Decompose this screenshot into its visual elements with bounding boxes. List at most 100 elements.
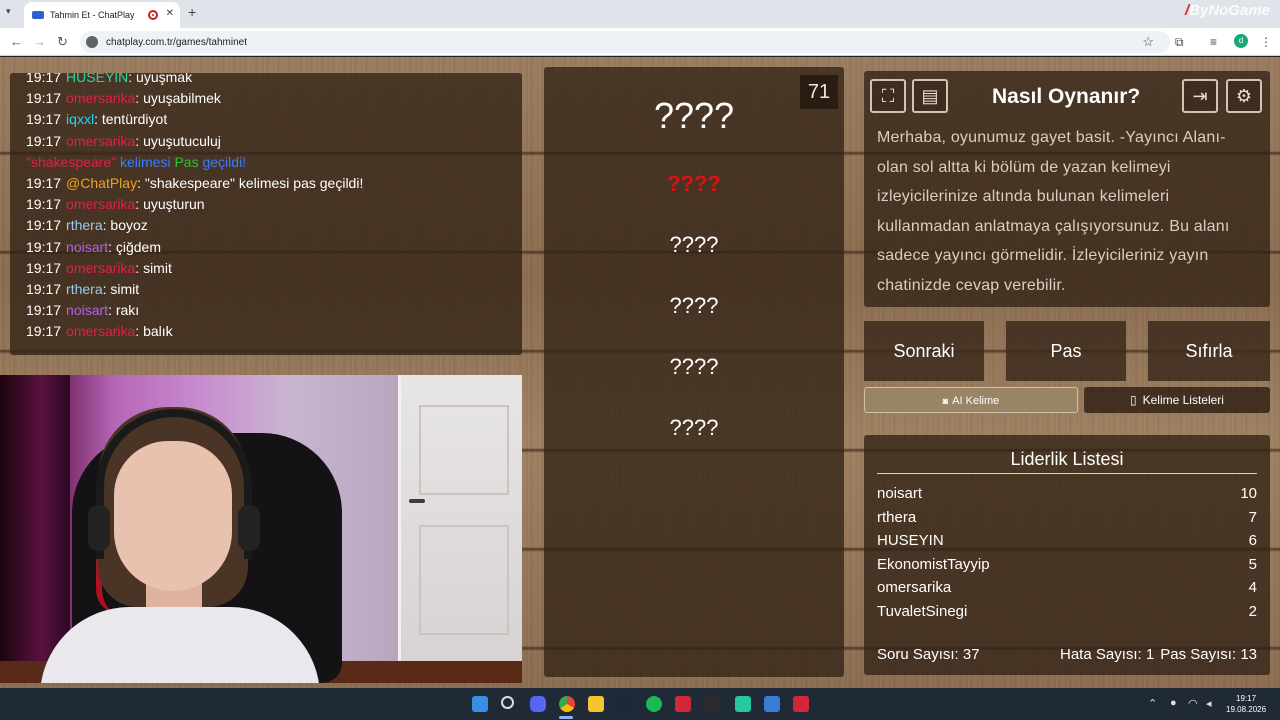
media-icon[interactable]: ≡ [1210, 35, 1217, 49]
how-to-play-panel: ⛶ ▤ Nasıl Oynanır? ⇥ ⚙ Merhaba, oyunumuz… [864, 71, 1270, 307]
notes-icon[interactable]: ▤ [912, 79, 948, 113]
chat-timestamp: 19:17 [26, 196, 62, 213]
browser-toolbar: ← → ↻ chatplay.com.tr/games/tahminet ☆ ⧉… [0, 28, 1280, 56]
leaderboard-title: Liderlik Listesi [1010, 449, 1124, 469]
word-lists-label: Kelime Listeleri [1142, 393, 1224, 407]
chat-username[interactable]: omersarika [66, 133, 135, 149]
new-tab-button[interactable]: + [188, 4, 196, 20]
chat-message: 19:17 noisart: çiğdem [26, 237, 506, 258]
file-explorer-icon[interactable] [588, 696, 604, 712]
address-bar[interactable]: chatplay.com.tr/games/tahminet ☆ [80, 31, 1170, 53]
chat-message: 19:17 noisart: rakı [26, 300, 506, 321]
profile-avatar[interactable]: d [1234, 34, 1248, 48]
search-icon[interactable] [501, 696, 514, 709]
exit-icon[interactable]: ⇥ [1182, 79, 1218, 113]
robot-icon: ◙ [942, 396, 949, 406]
chrome-icon[interactable] [559, 696, 575, 712]
player-name: omersarika [877, 579, 952, 597]
player-score: 6 [1248, 532, 1257, 550]
curtain [0, 375, 70, 683]
word-panel: 71 ???? ???? ???? ???? ???? ???? [544, 67, 844, 677]
tray-chevron-icon[interactable]: ⌃ [1148, 697, 1157, 710]
app-icon[interactable] [793, 696, 809, 712]
chat-text: : çiğdem [108, 238, 161, 255]
next-button[interactable]: Sonraki [864, 321, 984, 381]
chat-username[interactable]: noisart [66, 239, 108, 255]
pass-button[interactable]: Pas [1006, 321, 1126, 381]
chat-message: 19:17 omersarika: simit [26, 258, 506, 279]
chat-message: 19:17 iqxxl: tentürdiyot [26, 109, 506, 130]
how-to-play-title: Nasıl Oynanır? [992, 85, 1141, 108]
chat-username[interactable]: omersarika [66, 196, 135, 212]
headset-ear-left [88, 505, 110, 551]
chat-username[interactable]: omersarika [66, 260, 135, 276]
chat-text: : tentürdiyot [94, 111, 168, 128]
fullscreen-icon[interactable]: ⛶ [870, 79, 906, 113]
chat-username[interactable]: rthera [66, 281, 103, 297]
chat-username[interactable]: omersarika [66, 90, 135, 106]
word-lists-tab[interactable]: ▯ Kelime Listeleri [1084, 387, 1270, 413]
tab-search-chevron-icon[interactable]: ▾ [6, 6, 11, 17]
tab-tahmin-et[interactable]: Tahmin Et - ChatPlay ✕ [24, 2, 180, 28]
leaderboard-row: HUSEYIN 6 [877, 529, 1257, 553]
volume-icon[interactable]: ◂ [1206, 697, 1212, 710]
leaderboard-list[interactable]: noisart 10 rthera 7 HUSEYIN 6 EkonomistTayyip 5… [877, 482, 1257, 629]
question-count: Soru Sayısı: 37 [877, 646, 980, 663]
site-info-icon[interactable] [86, 36, 98, 48]
forward-icon[interactable]: → [33, 34, 46, 49]
chat-username[interactable]: @ChatPlay [66, 175, 137, 191]
recording-icon [148, 10, 158, 20]
headset [96, 409, 252, 559]
chat-timestamp: 19:17 [26, 90, 62, 107]
leaderboard-row: TuvaletSinegi 2 [877, 600, 1257, 624]
chat-username[interactable]: rthera [66, 217, 103, 233]
leaderboard-row: kdryld23 2 [877, 624, 1257, 629]
player-score: 2 [1249, 624, 1257, 629]
chat-system-message: "shakespeare" kelimesi Pas geçildi! [26, 152, 506, 173]
back-icon[interactable]: ← [10, 34, 23, 49]
leaderboard-divider [877, 473, 1257, 474]
chat-text: : rakı [108, 302, 140, 319]
settings-gear-icon[interactable]: ⚙ [1226, 79, 1262, 113]
chat-timestamp: 19:17 [26, 217, 62, 234]
microphone-icon[interactable]: ● [1170, 697, 1177, 709]
app-icon[interactable] [735, 696, 751, 712]
forbidden-word: ???? [669, 354, 719, 379]
chat-text: : balık [135, 323, 173, 340]
tab-favicon-icon [32, 11, 44, 19]
app-icon[interactable] [764, 696, 780, 712]
extensions-icon[interactable]: ⧉ [1175, 35, 1184, 50]
chat-timestamp: 19:17 [26, 302, 62, 319]
chat-message: 19:17 omersarika: uyuşabilmek [26, 88, 506, 109]
system-clock[interactable]: 19:17 19.08.2026 [1226, 693, 1266, 715]
forbidden-word: ???? [669, 232, 719, 257]
chat-username[interactable]: noisart [66, 302, 108, 318]
chat-text: : uyuşmak [128, 73, 193, 85]
wifi-icon[interactable]: ◠ [1188, 697, 1198, 710]
browser-menu-icon[interactable]: ⋮ [1260, 35, 1272, 49]
highlighted-word: ???? [667, 171, 721, 196]
discord-icon[interactable] [530, 696, 546, 712]
chat-message: 19:17 rthera: simit [26, 279, 506, 300]
chat-username[interactable]: HUSEYIN [66, 73, 128, 85]
windows-start-icon[interactable] [472, 696, 488, 712]
player-name: HUSEYIN [877, 532, 944, 550]
chat-text: : uyuşutuculuj [135, 132, 221, 149]
bookmark-star-icon[interactable]: ☆ [1142, 34, 1154, 50]
epic-games-icon[interactable] [704, 696, 720, 712]
chat-timestamp: 19:17 [26, 280, 62, 297]
tab-close-icon[interactable]: ✕ [166, 8, 174, 19]
app-icon[interactable] [675, 696, 691, 712]
ai-word-tab[interactable]: ◙ AI Kelime [864, 387, 1078, 413]
chat-system-pas: Pas [174, 153, 199, 170]
chat-timestamp: 19:17 [26, 111, 62, 128]
reset-button[interactable]: Sıfırla [1148, 321, 1270, 381]
leaderboard-panel: Liderlik Listesi noisart 10 rthera 7 HUSEYIN… [864, 435, 1270, 675]
spotify-icon[interactable] [646, 696, 662, 712]
chat-text: : uyuşturun [135, 196, 205, 213]
chat-username[interactable]: omersarika [66, 323, 135, 339]
reload-icon[interactable]: ↻ [57, 34, 68, 50]
leaderboard-row: rthera 7 [877, 506, 1257, 530]
chat-username[interactable]: iqxxl [66, 111, 94, 127]
steam-icon[interactable] [617, 696, 633, 712]
